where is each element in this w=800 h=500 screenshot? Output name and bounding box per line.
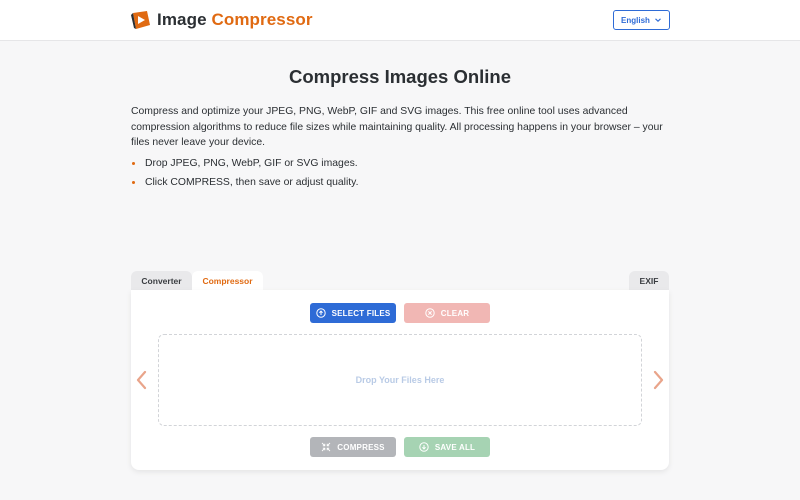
tab-compressor[interactable]: Compressor (192, 271, 263, 290)
play-logo-icon (131, 11, 150, 29)
language-label: English (621, 15, 650, 25)
logo-word-image: Image (157, 10, 207, 29)
select-files-label: SELECT FILES (331, 308, 391, 318)
x-circle-icon (425, 308, 435, 318)
list-item-text: Drop JPEG, PNG, WebP, GIF or SVG images. (145, 158, 358, 169)
file-dropzone[interactable]: Drop Your Files Here (158, 334, 642, 426)
list-item: Click COMPRESS, then save or adjust qual… (131, 173, 358, 192)
tab-exif[interactable]: EXIF (629, 271, 669, 290)
page-title: Compress Images Online (288, 66, 512, 87)
compress-button[interactable]: COMPRESS (310, 437, 396, 457)
bullet-dot-icon (132, 181, 135, 184)
compress-label: COMPRESS (337, 442, 385, 452)
site-logo[interactable]: Image Compressor (130, 9, 313, 31)
compress-arrows-icon (321, 442, 331, 452)
compressor-panel: SELECT FILES CLEAR Drop Your Files Here … (131, 290, 669, 470)
save-all-button[interactable]: SAVE ALL (404, 437, 490, 457)
logo-word-compressor: Compressor (211, 10, 313, 29)
select-files-button[interactable]: SELECT FILES (310, 303, 396, 323)
chevron-left-icon[interactable] (135, 370, 149, 390)
chevron-down-icon (655, 18, 661, 22)
logo-text: Image Compressor (157, 10, 313, 30)
download-circle-icon (419, 442, 429, 452)
save-all-label: SAVE ALL (434, 442, 476, 452)
language-selector[interactable]: English (613, 10, 670, 30)
list-item: Drop JPEG, PNG, WebP, GIF or SVG images. (131, 154, 358, 173)
tab-converter[interactable]: Converter (131, 271, 192, 290)
instruction-list: Drop JPEG, PNG, WebP, GIF or SVG images.… (131, 154, 358, 192)
tool-tabs: Converter Compressor (131, 271, 263, 290)
chevron-right-icon[interactable] (651, 370, 665, 390)
dropzone-hint: Drop Your Files Here (355, 375, 445, 385)
list-item-text: Click COMPRESS, then save or adjust qual… (145, 177, 359, 188)
upload-circle-icon (315, 308, 326, 318)
top-header: Image Compressor English (0, 0, 800, 41)
clear-label: CLEAR (440, 308, 470, 318)
clear-button[interactable]: CLEAR (404, 303, 490, 323)
intro-paragraph: Compress and optimize your JPEG, PNG, We… (131, 106, 663, 148)
bullet-dot-icon (132, 162, 135, 165)
